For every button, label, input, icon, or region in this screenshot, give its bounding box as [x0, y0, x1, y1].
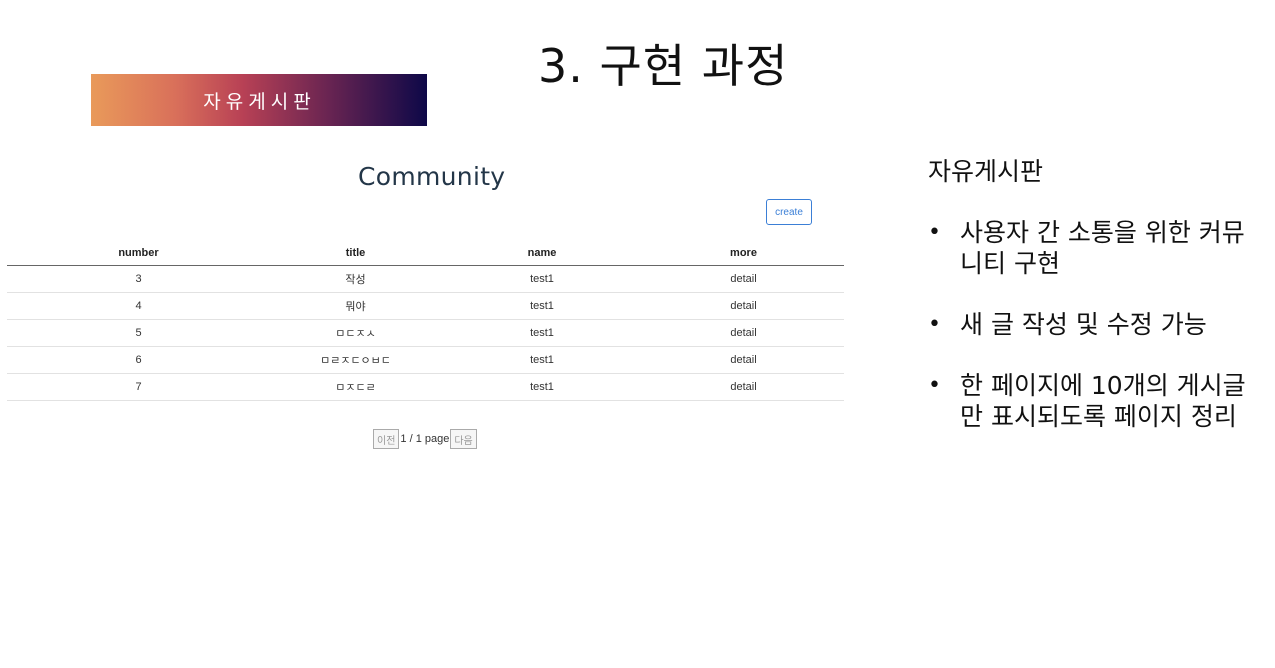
cell-title[interactable]: 작성	[270, 265, 441, 293]
cell-title[interactable]: ㅁㄷㅈㅅ	[270, 319, 441, 347]
table-row: 3 작성 test1 detail	[7, 265, 844, 293]
pagination: 이전 1 / 1 page 다음	[373, 429, 477, 449]
list-item: • 새 글 작성 및 수정 가능	[928, 309, 1258, 340]
feature-text: 새 글 작성 및 수정 가능	[960, 310, 1207, 339]
description-panel: 자유게시판 • 사용자 간 소통을 위한 커뮤니티 구현 • 새 글 작성 및 …	[928, 155, 1258, 431]
column-header-more: more	[643, 240, 844, 266]
table-header-row: number title name more	[7, 240, 844, 266]
feature-text: 한 페이지에 10개의 게시글만 표시되도록 페이지 정리	[960, 371, 1246, 431]
column-header-title: title	[270, 240, 441, 266]
bullet-icon: •	[928, 373, 941, 398]
prev-page-button[interactable]: 이전	[373, 429, 400, 449]
cell-title[interactable]: ㅁㅈㄷㄹ	[270, 373, 441, 401]
column-header-number: number	[7, 240, 270, 266]
next-page-button[interactable]: 다음	[450, 429, 477, 449]
feature-list: • 사용자 간 소통을 위한 커뮤니티 구현 • 새 글 작성 및 수정 가능 …	[928, 217, 1258, 462]
table-row: 7 ㅁㅈㄷㄹ test1 detail	[7, 373, 844, 401]
table-row: 4 뭐야 test1 detail	[7, 292, 844, 320]
cell-title[interactable]: 뭐야	[270, 292, 441, 320]
board-heading: Community	[358, 162, 506, 191]
cell-number: 7	[7, 373, 270, 401]
detail-link[interactable]: detail	[643, 346, 844, 374]
cell-number: 3	[7, 265, 270, 293]
detail-link[interactable]: detail	[643, 373, 844, 401]
cell-number: 6	[7, 346, 270, 374]
cell-number: 4	[7, 292, 270, 320]
list-item: • 한 페이지에 10개의 게시글만 표시되도록 페이지 정리	[928, 370, 1258, 432]
bullet-icon: •	[928, 312, 941, 337]
slide-title: 3. 구현 과정	[538, 39, 789, 93]
cell-name: test1	[441, 346, 643, 374]
detail-link[interactable]: detail	[643, 319, 844, 347]
detail-link[interactable]: detail	[643, 292, 844, 320]
column-header-name: name	[441, 240, 643, 266]
page-indicator: 1 / 1 page	[400, 433, 450, 445]
banner-label: 자유게시판	[203, 90, 316, 113]
cell-title[interactable]: ㅁㄹㅈㄷㅇㅂㄷ	[270, 346, 441, 374]
description-heading: 자유게시판	[928, 157, 1044, 186]
cell-name: test1	[441, 292, 643, 320]
cell-name: test1	[441, 265, 643, 293]
cell-name: test1	[441, 319, 643, 347]
feature-text: 사용자 간 소통을 위한 커뮤니티 구현	[960, 218, 1245, 278]
bullet-icon: •	[928, 220, 941, 245]
table-row: 5 ㅁㄷㅈㅅ test1 detail	[7, 319, 844, 347]
cell-number: 5	[7, 319, 270, 347]
list-item: • 사용자 간 소통을 위한 커뮤니티 구현	[928, 217, 1258, 279]
create-button[interactable]: create	[766, 199, 812, 225]
board-table: number title name more 3 작성 test1 detail…	[7, 240, 844, 401]
board-banner: 자유게시판	[91, 74, 427, 126]
table-row: 6 ㅁㄹㅈㄷㅇㅂㄷ test1 detail	[7, 346, 844, 374]
cell-name: test1	[441, 373, 643, 401]
detail-link[interactable]: detail	[643, 265, 844, 293]
